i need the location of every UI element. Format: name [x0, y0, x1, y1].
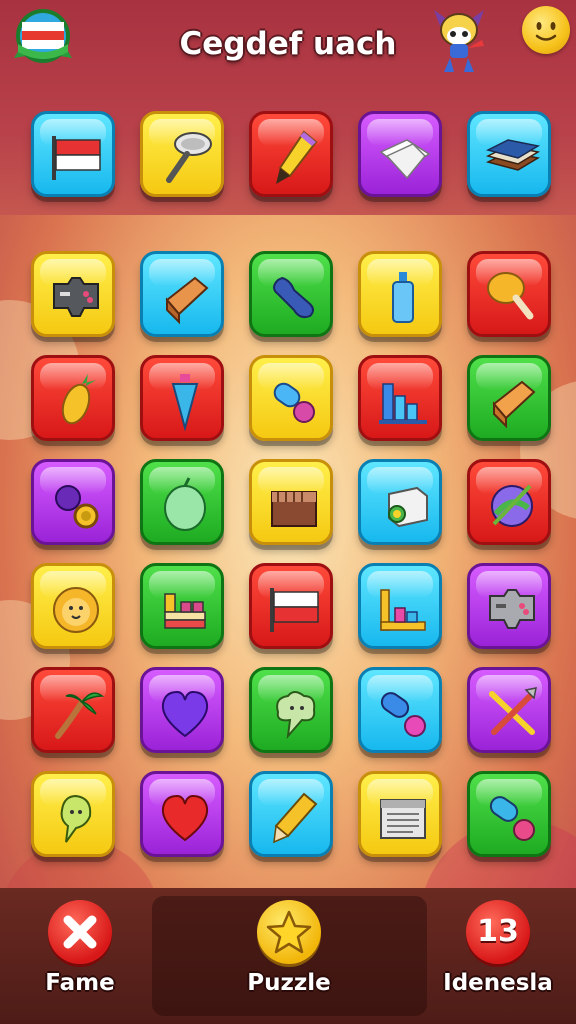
tile-heart-2[interactable] — [140, 771, 224, 857]
nav-puzzle-button[interactable]: Puzzle — [219, 896, 359, 1016]
tile-top-paper[interactable] — [358, 111, 442, 197]
tile-pacifier-2[interactable] — [358, 667, 442, 753]
bottle-icon — [392, 272, 414, 323]
tile-eraser-2[interactable] — [467, 355, 551, 441]
bar-chart-icon — [380, 589, 426, 631]
document-icon — [380, 799, 426, 839]
flag-icon — [270, 588, 319, 632]
eraser-icon — [492, 380, 536, 429]
gamepad-icon — [489, 589, 535, 629]
nav-fame-button[interactable]: Fame — [10, 896, 150, 1016]
tile-crate[interactable] — [249, 459, 333, 545]
mascot-icon — [430, 6, 488, 76]
tile-pineapple[interactable] — [31, 355, 115, 441]
wrench-icon — [273, 276, 314, 319]
tile-palm-tree[interactable] — [31, 667, 115, 753]
gamepad-icon — [53, 277, 99, 317]
bar-chart-icon — [379, 383, 427, 424]
pacifier-icon — [380, 692, 426, 737]
tile-top-funnel[interactable] — [140, 111, 224, 197]
tile-lion[interactable] — [31, 563, 115, 649]
pencil-icon — [273, 792, 318, 844]
tile-crystal[interactable] — [140, 355, 224, 441]
drumstick-icon — [487, 272, 534, 320]
tile-bar-chart[interactable] — [358, 355, 442, 441]
tile-gamepad[interactable] — [31, 251, 115, 337]
tile-top-books[interactable] — [467, 111, 551, 197]
palm-tree-icon — [55, 692, 105, 739]
pineapple-icon — [61, 374, 96, 425]
melon-icon — [164, 477, 206, 531]
smiley-icon[interactable] — [522, 6, 570, 54]
globe-pencil-icon — [491, 484, 533, 527]
page-title: Cegdef uach — [179, 26, 397, 62]
count-badge-icon: 13 — [466, 900, 530, 964]
tile-ghost[interactable] — [31, 771, 115, 857]
tile-berry-ring[interactable] — [31, 459, 115, 545]
tile-crossed-tools[interactable] — [467, 667, 551, 753]
crystal-icon — [171, 374, 199, 432]
heart-icon — [161, 690, 209, 738]
tile-top-flag[interactable] — [31, 111, 115, 197]
close-icon — [48, 900, 112, 964]
tile-bottle[interactable] — [358, 251, 442, 337]
tile-pacifier-3[interactable] — [467, 771, 551, 857]
tile-melon[interactable] — [140, 459, 224, 545]
nav-fame-label: Fame — [45, 970, 115, 996]
paper-icon — [379, 139, 431, 180]
heart-icon — [161, 794, 209, 842]
eraser-icon — [165, 276, 209, 325]
tile-drumstick[interactable] — [467, 251, 551, 337]
blocks-icon — [164, 593, 206, 629]
star-icon — [257, 900, 321, 964]
nav-idenesla-button[interactable]: 13 Idenesla — [428, 896, 568, 1016]
tile-globe-pencil[interactable] — [467, 459, 551, 545]
tile-flag-2[interactable] — [249, 563, 333, 649]
tile-box[interactable] — [358, 459, 442, 545]
tile-pacifier[interactable] — [249, 355, 333, 441]
nav-count-badge: 13 — [477, 914, 519, 949]
berry-ring-icon — [55, 485, 99, 529]
funnel-icon — [166, 132, 212, 183]
flag-icon — [52, 136, 101, 180]
tile-heart[interactable] — [140, 667, 224, 753]
lion-icon — [53, 587, 99, 633]
cloud-creature-icon — [276, 691, 316, 740]
nav-puzzle-label: Puzzle — [247, 970, 331, 996]
nav-idenesla-label: Idenesla — [443, 970, 553, 996]
tile-top-paintbrush[interactable] — [249, 111, 333, 197]
tile-eraser[interactable] — [140, 251, 224, 337]
tile-document[interactable] — [358, 771, 442, 857]
pacifier-icon — [273, 382, 315, 423]
tile-bar-chart-2[interactable] — [358, 563, 442, 649]
pacifier-icon — [489, 796, 535, 841]
ghost-icon — [60, 794, 92, 843]
tile-pencil[interactable] — [249, 771, 333, 857]
tile-wrench[interactable] — [249, 251, 333, 337]
tile-gamepad-2[interactable] — [467, 563, 551, 649]
tile-cloud-creature[interactable] — [249, 667, 333, 753]
crate-icon — [271, 491, 317, 527]
tile-blocks[interactable] — [140, 563, 224, 649]
paintbrush-icon — [276, 130, 318, 184]
books-icon — [485, 139, 541, 171]
box-icon — [388, 486, 428, 528]
crossed-tools-icon — [489, 687, 537, 735]
